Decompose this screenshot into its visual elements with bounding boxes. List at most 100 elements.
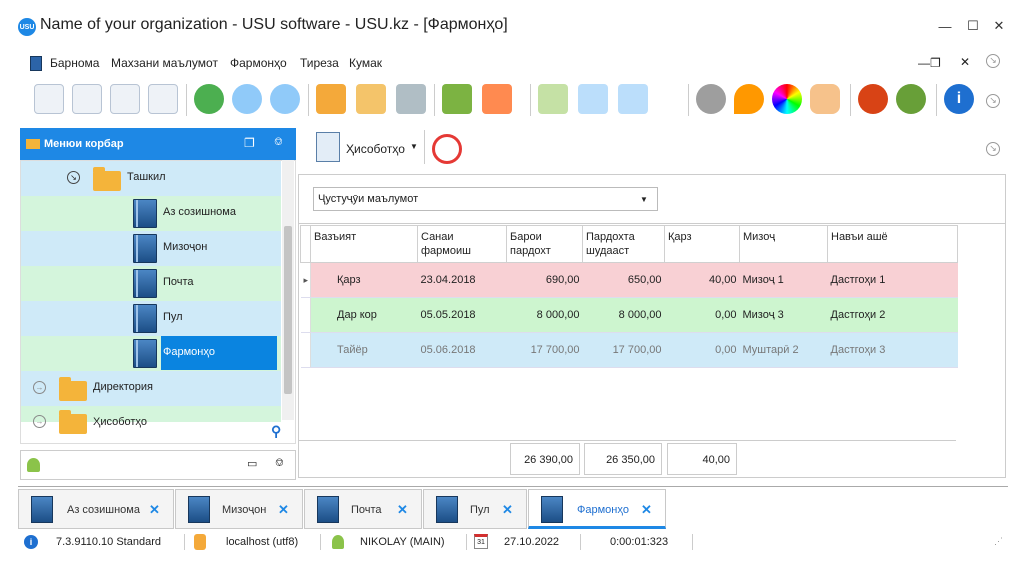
- cell-debt[interactable]: 40,00: [664, 262, 740, 298]
- column-header[interactable]: Қарз: [664, 225, 740, 263]
- tree-item-organization[interactable]: ↘ Ташкил: [21, 161, 281, 196]
- menu-expand-icon[interactable]: ↘: [986, 54, 1000, 68]
- expand-icon[interactable]: →: [33, 381, 46, 394]
- expand-tree-icon[interactable]: [578, 84, 608, 114]
- reports-menu-button[interactable]: Ҳисоботҳо: [346, 142, 405, 156]
- row-indicator[interactable]: [300, 297, 311, 333]
- info-icon[interactable]: i: [944, 84, 974, 114]
- user-icon[interactable]: [858, 84, 888, 114]
- cell-to-pay[interactable]: 8 000,00: [506, 297, 583, 333]
- cell-to-pay[interactable]: 690,00: [506, 262, 583, 298]
- cell-client[interactable]: Мизоҷ 1: [739, 262, 828, 298]
- cell-status[interactable]: Тайёр: [310, 332, 418, 368]
- search-icon[interactable]: ⚲: [271, 423, 281, 440]
- resize-grip-icon[interactable]: ⋰: [994, 536, 1003, 547]
- search-icon[interactable]: [232, 84, 262, 114]
- cell-client[interactable]: Мизоҷ 3: [739, 297, 828, 333]
- column-header[interactable]: Вазъият: [310, 225, 418, 263]
- cell-status[interactable]: Қарз: [310, 262, 418, 298]
- menu-restore-button[interactable]: ❐: [930, 56, 941, 70]
- hand-icon[interactable]: [810, 84, 840, 114]
- column-header[interactable]: Барои пардохт: [506, 225, 583, 263]
- tab-clients[interactable]: Мизоҷон ✕: [175, 489, 303, 529]
- tab-contracts[interactable]: Аз созишнома ✕: [18, 489, 174, 529]
- expand-icon[interactable]: ↘: [986, 142, 1000, 156]
- panel-pin-button[interactable]: ⎊: [275, 457, 284, 470]
- cell-paid[interactable]: 650,00: [582, 262, 665, 298]
- tab-money[interactable]: Пул ✕: [423, 489, 527, 529]
- users-icon[interactable]: [896, 84, 926, 114]
- menu-help[interactable]: Кумак: [349, 56, 382, 70]
- tree-item-clients[interactable]: Мизоҷон: [21, 231, 281, 266]
- delete-record-icon[interactable]: [148, 84, 178, 114]
- map-pin-icon[interactable]: [734, 84, 764, 114]
- collapse-tree-icon[interactable]: [618, 84, 648, 114]
- table-row[interactable]: Дар кор 05.05.2018 8 000,00 8 000,00 0,00 Миз…: [300, 297, 958, 333]
- status-filter-select[interactable]: Ҷустуҷӯи маълумот ▼: [313, 187, 658, 211]
- cell-debt[interactable]: 0,00: [664, 297, 740, 333]
- group-icon[interactable]: [538, 84, 568, 114]
- filter-apply-icon[interactable]: [396, 84, 426, 114]
- tree-item-money[interactable]: Пул: [21, 301, 281, 336]
- menu-minimize-button[interactable]: —: [918, 56, 930, 70]
- copy-record-icon[interactable]: [72, 84, 102, 114]
- cell-order-date[interactable]: 05.05.2018: [417, 297, 507, 333]
- column-header[interactable]: Санаи фармоиш: [417, 225, 507, 263]
- report-icon[interactable]: [316, 132, 340, 162]
- clock-icon[interactable]: [432, 134, 462, 164]
- cell-to-pay[interactable]: 17 700,00: [506, 332, 583, 368]
- minimize-button[interactable]: —: [930, 14, 960, 38]
- cell-item-type[interactable]: Дастгоҳи 1: [827, 262, 958, 298]
- column-header[interactable]: Пардохта шудааст: [582, 225, 665, 263]
- color-wheel-icon[interactable]: [772, 84, 802, 114]
- image-icon[interactable]: [482, 84, 512, 114]
- panel-float-button[interactable]: ❐: [244, 136, 255, 150]
- menu-database[interactable]: Махзани маълумот: [111, 56, 218, 70]
- close-button[interactable]: ✕: [984, 14, 1014, 38]
- close-icon[interactable]: ✕: [641, 502, 652, 518]
- menu-program[interactable]: Барнома: [50, 56, 99, 70]
- tree-item-reports[interactable]: → Ҳисоботҳо: [21, 406, 281, 434]
- menu-orders[interactable]: Фармонҳо: [230, 56, 287, 70]
- cell-order-date[interactable]: 23.04.2018: [417, 262, 507, 298]
- close-icon[interactable]: ✕: [502, 502, 513, 518]
- cell-item-type[interactable]: Дастгоҳи 2: [827, 297, 958, 333]
- row-indicator[interactable]: ▸: [300, 262, 311, 298]
- edit-record-icon[interactable]: [110, 84, 140, 114]
- cell-order-date[interactable]: 05.06.2018: [417, 332, 507, 368]
- column-header[interactable]: Мизоҷ: [739, 225, 828, 263]
- close-icon[interactable]: ✕: [278, 502, 289, 518]
- tree-scroll-thumb[interactable]: [284, 226, 292, 394]
- gear-icon[interactable]: [696, 84, 726, 114]
- tree-item-directory[interactable]: → Директория: [21, 371, 281, 406]
- filter-edit-icon[interactable]: [356, 84, 386, 114]
- panel-minimize-button[interactable]: ▭: [247, 457, 257, 470]
- menu-window[interactable]: Тиреза: [300, 56, 339, 70]
- table-row[interactable]: ▸ Қарз 23.04.2018 690,00 650,00 40,00 Мизоҷ 1Д…: [300, 262, 958, 298]
- add-record-icon[interactable]: [34, 84, 64, 114]
- tree-item-orders[interactable]: Фармонҳо: [21, 336, 281, 371]
- tab-orders[interactable]: Фармонҳо ✕: [528, 489, 666, 529]
- flag-icon[interactable]: [442, 84, 472, 114]
- cell-debt[interactable]: 0,00: [664, 332, 740, 368]
- close-icon[interactable]: ✕: [149, 502, 160, 518]
- collapse-icon[interactable]: ↘: [67, 171, 80, 184]
- close-icon[interactable]: ✕: [397, 502, 408, 518]
- cell-item-type[interactable]: Дастгоҳи 3: [827, 332, 958, 368]
- table-row[interactable]: Тайёр 05.06.2018 17 700,00 17 700,00 0,00 Муш…: [300, 332, 958, 368]
- cell-paid[interactable]: 8 000,00: [582, 297, 665, 333]
- filter-icon[interactable]: [316, 84, 346, 114]
- tree-item-mail[interactable]: Почта: [21, 266, 281, 301]
- cell-status[interactable]: Дар кор: [310, 297, 418, 333]
- cell-paid[interactable]: 17 700,00: [582, 332, 665, 368]
- menu-close-button[interactable]: ✕: [960, 55, 970, 69]
- refresh-icon[interactable]: [194, 84, 224, 114]
- row-indicator[interactable]: [300, 332, 311, 368]
- tree-item-contracts[interactable]: Аз созишнома: [21, 196, 281, 231]
- toolbar-expand-icon[interactable]: ↘: [986, 94, 1000, 108]
- panel-pin-button[interactable]: ⎊: [274, 136, 283, 149]
- expand-icon[interactable]: →: [33, 415, 46, 428]
- tab-mail[interactable]: Почта ✕: [304, 489, 422, 529]
- advanced-search-icon[interactable]: [270, 84, 300, 114]
- column-header[interactable]: Навъи ашё: [827, 225, 958, 263]
